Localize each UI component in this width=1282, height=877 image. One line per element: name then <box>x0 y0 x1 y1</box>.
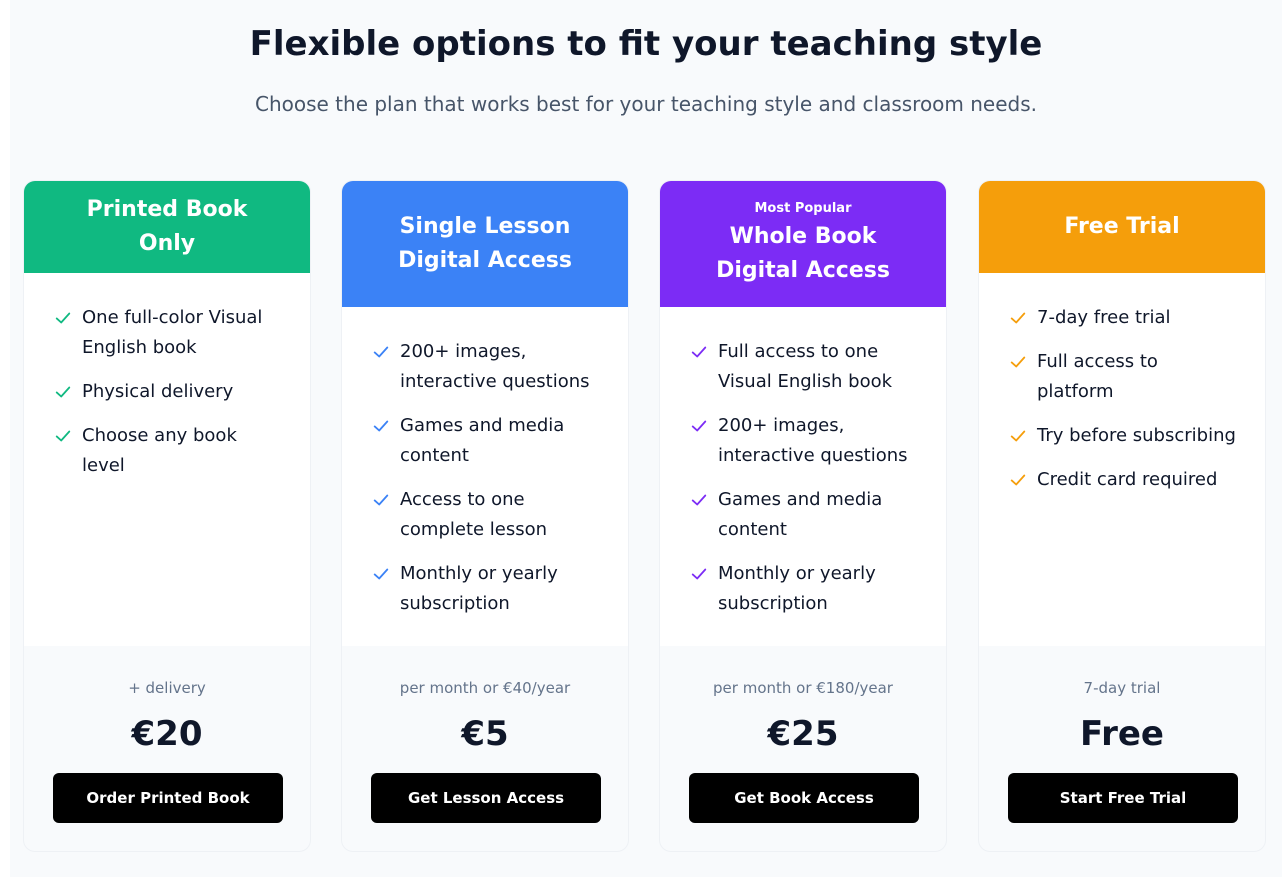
check-icon <box>690 559 712 589</box>
check-icon <box>54 421 76 451</box>
feature-item: 200+ images, interactive questions <box>372 337 600 397</box>
most-popular-badge: Most Popular <box>754 200 852 216</box>
order-printed-book-button[interactable]: Order Printed Book <box>53 773 283 823</box>
price-note: 7-day trial <box>1083 679 1161 697</box>
feature-item: Access to one complete lesson <box>372 485 600 545</box>
price: Free <box>1080 714 1164 754</box>
plan-header: Most Popular Whole Book Digital Access <box>660 181 946 307</box>
feature-item: Monthly or yearly subscription <box>372 559 600 619</box>
plan-pricing: 7-day trial Free Start Free Trial <box>979 646 1265 851</box>
price-note: per month or €180/year <box>713 679 893 697</box>
plan-card-free-trial: Free Trial 7-day free trial Full access … <box>978 180 1266 852</box>
check-icon <box>1009 347 1031 377</box>
price: €5 <box>461 714 509 754</box>
plan-name: Whole Book Digital Access <box>716 223 890 283</box>
feature-item: 7-day free trial <box>1009 303 1237 333</box>
feature-item: Try before subscribing <box>1009 421 1237 451</box>
price-note: per month or €40/year <box>399 679 571 697</box>
feature-item: 200+ images, interactive questions <box>690 411 918 471</box>
check-icon <box>1009 465 1031 495</box>
feature-list: 200+ images, interactive questions Games… <box>372 337 600 619</box>
plan-pricing: per month or €40/year €5 Get Lesson Acce… <box>342 646 628 851</box>
feature-item: Physical delivery <box>54 377 282 407</box>
check-icon <box>372 411 394 441</box>
check-icon <box>372 559 394 589</box>
feature-item: Credit card required <box>1009 465 1237 495</box>
plan-card-single-lesson: Single Lesson Digital Access 200+ images… <box>341 180 629 852</box>
check-icon <box>690 485 712 515</box>
plan-header: Printed Book Only <box>24 181 310 273</box>
plan-card-whole-book: Most Popular Whole Book Digital Access F… <box>659 180 947 852</box>
check-icon <box>54 303 76 333</box>
check-icon <box>54 377 76 407</box>
page-subtitle: Choose the plan that works best for your… <box>254 92 1038 116</box>
plan-pricing: per month or €180/year €25 Get Book Acce… <box>660 646 946 851</box>
feature-list: Full access to one Visual English book 2… <box>690 337 918 619</box>
plan-features: 200+ images, interactive questions Games… <box>342 307 628 646</box>
feature-item: One full-color Visual English book <box>54 303 282 363</box>
plan-name: Printed Book Only <box>86 197 248 256</box>
get-lesson-access-button[interactable]: Get Lesson Access <box>371 773 601 823</box>
plan-name: Single Lesson Digital Access <box>398 214 572 273</box>
feature-item: Monthly or yearly subscription <box>690 559 918 619</box>
price: €25 <box>767 714 839 754</box>
check-icon <box>690 337 712 367</box>
check-icon <box>1009 421 1031 451</box>
plan-header: Single Lesson Digital Access <box>342 181 628 307</box>
pricing-section: Flexible options to fit your teaching st… <box>10 0 1282 877</box>
plan-features: 7-day free trial Full access to platform… <box>979 273 1265 646</box>
check-icon <box>372 485 394 515</box>
plan-header: Free Trial <box>979 181 1265 273</box>
plan-name: Free Trial <box>1064 214 1180 239</box>
feature-item: Full access to one Visual English book <box>690 337 918 397</box>
plan-features: Full access to one Visual English book 2… <box>660 307 946 646</box>
feature-item: Games and media content <box>690 485 918 545</box>
plan-features: One full-color Visual English book Physi… <box>24 273 310 646</box>
get-book-access-button[interactable]: Get Book Access <box>689 773 919 823</box>
plan-card-printed-book: Printed Book Only One full-color Visual … <box>23 180 311 852</box>
page-title: Flexible options to fit your teaching st… <box>249 24 1043 64</box>
start-free-trial-button[interactable]: Start Free Trial <box>1008 773 1238 823</box>
feature-list: One full-color Visual English book Physi… <box>54 303 282 481</box>
check-icon <box>690 411 712 441</box>
feature-item: Full access to platform <box>1009 347 1237 407</box>
plan-pricing: + delivery €20 Order Printed Book <box>24 646 310 851</box>
price-note: + delivery <box>128 679 206 697</box>
check-icon <box>372 337 394 367</box>
feature-list: 7-day free trial Full access to platform… <box>1009 303 1237 495</box>
feature-item: Games and media content <box>372 411 600 471</box>
check-icon <box>1009 303 1031 333</box>
feature-item: Choose any book level <box>54 421 282 481</box>
price: €20 <box>131 714 203 754</box>
